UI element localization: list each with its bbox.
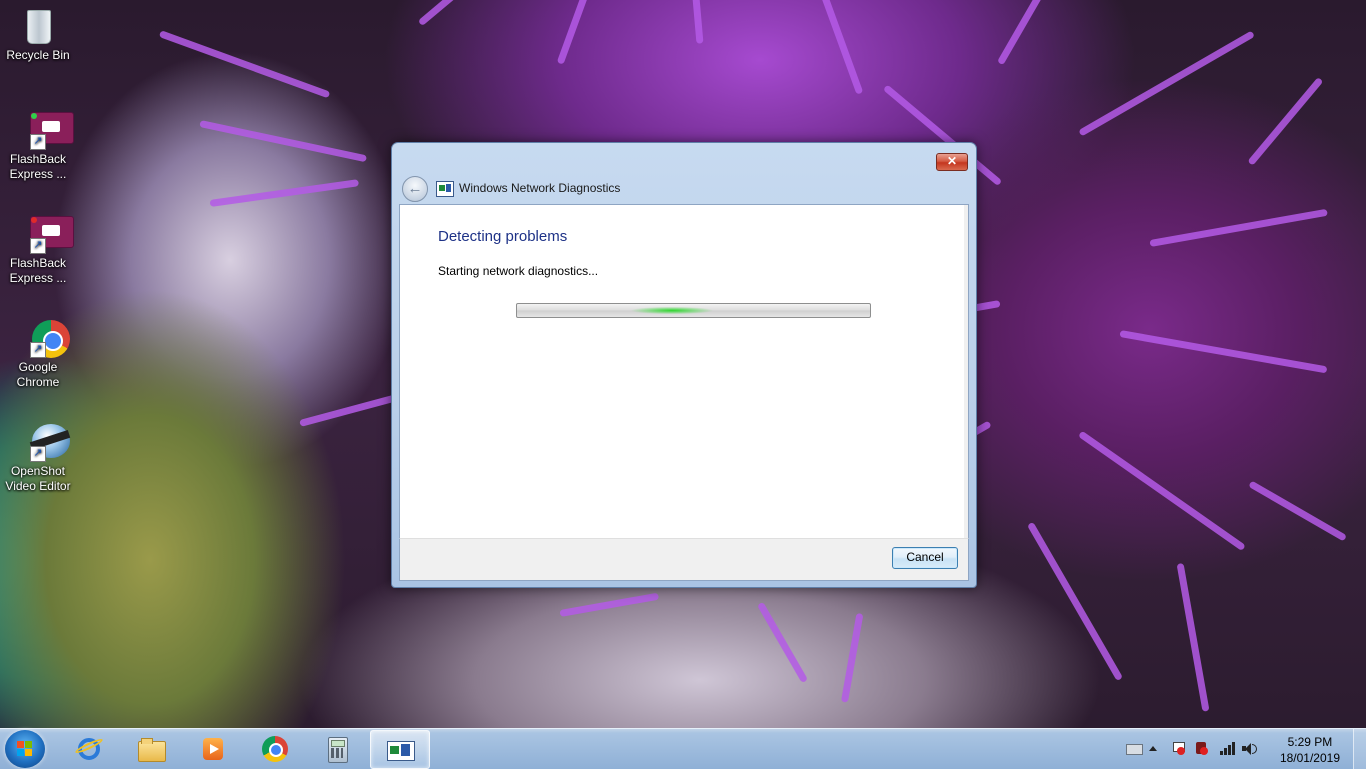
page-heading: Detecting problems [438, 228, 568, 245]
network-diagnostics-icon [436, 181, 454, 197]
close-button[interactable]: ✕ [936, 153, 968, 171]
back-arrow-icon: ← [407, 180, 423, 197]
desktop-icon-label: Google Chrome [16, 360, 60, 389]
window-nav-bar: ← Windows Network Diagnostics [400, 176, 960, 202]
shortcut-arrow-icon: ↗ [30, 238, 46, 254]
desktop-icon-label: Recycle Bin [6, 48, 70, 62]
desktop-icon-label: FlashBack Express ... [9, 256, 67, 285]
window-content: Detecting problems Starting network diag… [399, 204, 969, 539]
back-button[interactable]: ← [402, 176, 428, 202]
recycle-bin-icon [16, 6, 60, 46]
clock-time: 5:29 PM [1287, 735, 1333, 749]
taskbar-windows-explorer[interactable] [122, 730, 180, 767]
desktop-icon-flashback-express-2[interactable]: ↗ FlashBack Express ... [1, 214, 75, 286]
flashback-express-icon: ↗ [16, 214, 74, 254]
taskbar-network-diagnostics[interactable] [370, 730, 430, 769]
warning-badge-icon[interactable] [1195, 742, 1210, 755]
action-center-flag-icon[interactable] [1171, 742, 1186, 755]
volume-speaker-icon[interactable] [1242, 742, 1257, 755]
signal-strength-icon[interactable] [1220, 742, 1235, 755]
desktop-icon-label: FlashBack Express ... [9, 152, 67, 181]
folder-icon [137, 735, 166, 763]
shortcut-arrow-icon: ↗ [30, 134, 46, 150]
chrome-icon [261, 735, 289, 763]
taskbar: 5:29 PM 18/01/2019 [0, 728, 1366, 769]
desktop-icon-recycle-bin[interactable]: Recycle Bin [1, 6, 75, 63]
cancel-button[interactable]: Cancel [892, 547, 958, 569]
status-text: Starting network diagnostics... [438, 264, 599, 278]
keyboard-icon[interactable] [1126, 744, 1143, 755]
chrome-icon: ↗ [16, 318, 70, 358]
taskbar-calculator[interactable] [308, 730, 366, 767]
shortcut-arrow-icon: ↗ [30, 446, 46, 462]
taskbar-google-chrome[interactable] [246, 730, 304, 767]
network-diagnostics-icon [386, 736, 415, 764]
window-title: Windows Network Diagnostics [459, 181, 621, 195]
start-button[interactable] [5, 730, 45, 768]
media-player-icon [199, 735, 227, 763]
network-diagnostics-window: ✕ ← Windows Network Diagnostics Detectin… [391, 142, 977, 588]
content-edge [964, 205, 968, 539]
flashback-express-icon: ↗ [16, 110, 74, 150]
system-tray: 5:29 PM 18/01/2019 [1116, 729, 1366, 769]
system-clock[interactable]: 5:29 PM 18/01/2019 [1280, 734, 1340, 766]
taskbar-media-player[interactable] [184, 730, 242, 767]
openshot-icon: ↗ [16, 422, 71, 462]
desktop-icon-google-chrome[interactable]: ↗ Google Chrome [1, 318, 75, 390]
desktop-icon-openshot[interactable]: ↗ OpenShot Video Editor [1, 422, 75, 494]
window-footer: Cancel [399, 538, 969, 581]
progress-marquee [617, 306, 727, 315]
taskbar-internet-explorer[interactable] [60, 730, 118, 767]
windows-logo-icon [17, 741, 33, 757]
internet-explorer-icon [74, 735, 104, 763]
progress-bar [516, 303, 871, 318]
desktop-icon-flashback-express[interactable]: ↗ FlashBack Express ... [1, 110, 75, 182]
close-icon: ✕ [946, 154, 958, 168]
show-hidden-icons-chevron-up-icon[interactable] [1149, 746, 1157, 751]
calculator-icon [323, 735, 351, 763]
show-desktop-button[interactable] [1353, 729, 1366, 769]
clock-date: 18/01/2019 [1279, 751, 1340, 765]
desktop-icon-label: OpenShot Video Editor [5, 464, 71, 493]
shortcut-arrow-icon: ↗ [30, 342, 46, 358]
